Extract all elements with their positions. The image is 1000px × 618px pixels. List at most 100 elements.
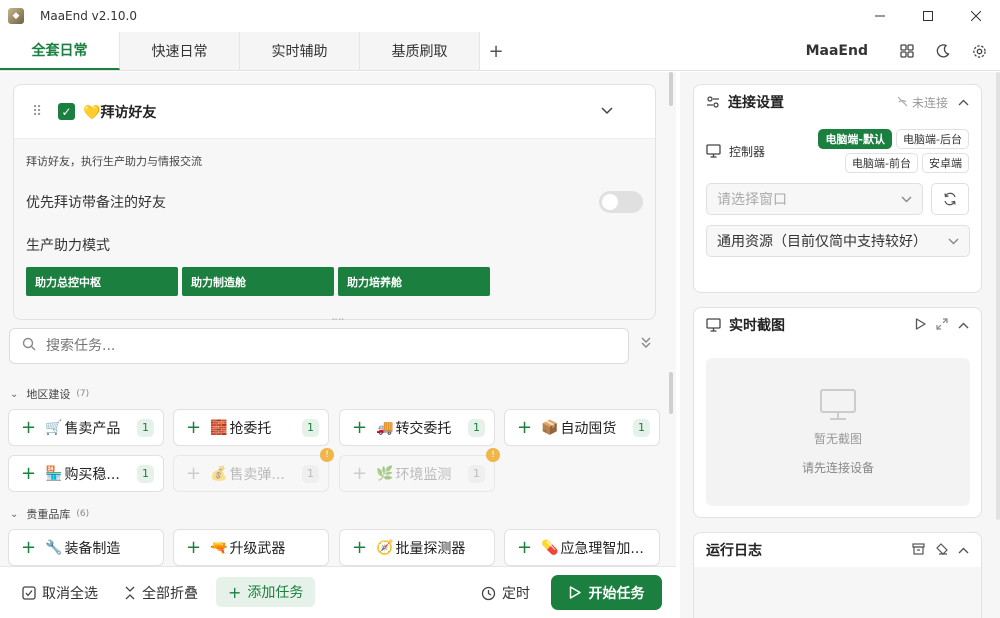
refresh-button[interactable] [931,183,969,215]
collapse-groups-icon[interactable] [640,336,652,351]
drag-handle-icon[interactable]: ⠿ [32,104,44,120]
log-panel: 运行日志 [693,532,982,618]
controller-chip-pc-default[interactable]: 电脑端-默认 [818,129,893,149]
collapse-all-button[interactable]: 全部折叠 [124,583,198,603]
task-item[interactable]: + 🛒 售卖产品 1 [8,409,164,446]
chevron-up-icon[interactable] [958,318,969,332]
group-count: (7) [76,389,90,399]
maximize-icon[interactable] [904,0,952,32]
task-card-header[interactable]: ⠿ ✓ 💛拜访好友 [14,85,655,139]
close-icon[interactable] [952,0,1000,32]
screenshot-title: 实时截图 [729,318,785,334]
start-task-button[interactable]: 开始任务 [551,575,662,610]
controller-chip-android[interactable]: 安卓端 [922,153,969,173]
deselect-all-button[interactable]: 取消全选 [22,583,98,603]
warning-icon[interactable]: ! [486,448,500,462]
group-header-valuables[interactable]: ⌄ 贵重品库 (6) [10,506,89,522]
controller-chip-pc-background[interactable]: 电脑端-后台 [896,129,969,149]
refresh-icon [944,192,956,206]
resource-select[interactable]: 通用资源（目前仅简中支持较好） [706,225,970,257]
tab-full-daily[interactable]: 全套日常 [0,32,120,70]
timer-button[interactable]: 定时 [481,583,530,603]
plus-icon[interactable]: + [517,537,532,558]
chevron-up-icon[interactable] [958,95,969,109]
chevron-down-icon[interactable] [601,104,613,119]
tab-quick-daily[interactable]: 快速日常 [120,32,240,70]
monitor-icon [706,144,721,158]
card-scrollbar[interactable] [669,72,673,106]
minimize-icon[interactable] [856,0,904,32]
task-item[interactable]: + 💊 应急理智加... [504,529,660,566]
tab-matrix-farm[interactable]: 基质刷取 [360,32,480,70]
controller-chips: 电脑端-默认 电脑端-后台 电脑端-前台 安卓端 [801,129,969,173]
deselect-all-label: 取消全选 [42,586,98,602]
screenshot-placeholder: 暂无截图 请先连接设备 [706,358,970,506]
play-icon[interactable] [915,317,926,333]
plus-icon[interactable]: + [21,463,36,484]
chevron-down-icon: ⌄ [10,508,19,520]
search-box [9,328,629,364]
expand-icon[interactable] [936,317,948,333]
gun-icon: 🔫 [210,539,228,556]
connection-status-text: 未连接 [911,95,948,110]
warning-icon[interactable]: ! [320,448,334,462]
chevron-down-icon: ⌄ [10,388,19,400]
connection-panel-header[interactable]: 连接设置 未连接 [694,85,981,119]
group-header-region-build[interactable]: ⌄ 地区建设 (7) [10,386,89,402]
add-task-button[interactable]: + 添加任务 [216,577,316,607]
pill-icon: 💊 [541,539,559,556]
eraser-icon[interactable] [935,542,948,558]
task-item[interactable]: + 🚚 转交委托 1 [339,409,495,446]
connection-header-right: 未连接 [897,94,969,111]
plus-icon[interactable]: + [21,417,36,438]
task-item-disabled[interactable]: + 🌿 环境监测 1 ! [339,448,500,492]
plus-icon[interactable]: + [352,417,367,438]
moon-icon[interactable] [932,40,954,62]
mode-button-cultivation[interactable]: 助力培养舱 [338,267,490,296]
log-panel-header[interactable]: 运行日志 [694,533,981,567]
screenshot-header-right [915,317,969,333]
start-task-label: 开始任务 [588,585,645,602]
task-checkbox[interactable]: ✓ [58,103,75,120]
task-item[interactable]: + 🏪 购买稳... 1 [8,455,164,492]
archive-icon[interactable] [912,542,925,558]
resource-select-row: 通用资源（目前仅简中支持较好） [694,225,981,257]
task-item[interactable]: + 🔫 升级武器 [173,529,329,566]
window-select[interactable]: 请选择窗口 [706,183,924,215]
tab-realtime-assist[interactable]: 实时辅助 [240,32,360,70]
disconnected-icon [897,96,908,106]
mode-button-control-hub[interactable]: 助力总控中枢 [26,267,178,296]
task-name: 批量探测器 [395,540,466,557]
task-item[interactable]: + 🧱 抢委托 1 [173,409,329,446]
task-name: 升级武器 [229,540,286,557]
shop-icon: 🏪 [45,465,63,482]
controller-chip-pc-foreground[interactable]: 电脑端-前台 [845,153,918,173]
chevron-up-icon[interactable] [958,543,969,557]
task-item[interactable]: + 🧭 批量探测器 [339,529,495,566]
plus-icon[interactable]: + [186,417,201,438]
gear-icon[interactable] [968,40,990,62]
task-card-title: 💛拜访好友 [83,102,156,122]
mode-label: 生产助力模式 [26,238,110,254]
timer-label: 定时 [502,586,530,602]
task-name: 售卖产品 [64,420,121,437]
option-toggle[interactable] [599,191,643,213]
mode-button-manufacture[interactable]: 助力制造舱 [182,267,334,296]
compass-icon: 🧭 [376,539,394,556]
side-pane-scrollbar[interactable] [996,72,1000,520]
task-name: 抢委托 [229,420,272,437]
plus-icon[interactable]: + [186,537,201,558]
plus-icon[interactable]: + [352,537,367,558]
search-input[interactable] [46,338,586,354]
task-item[interactable]: + 📦 自动囤货 1 [504,409,660,446]
task-item-disabled[interactable]: + 💰 售卖弹... 1 ! [173,448,334,492]
task-item[interactable]: + 🔧 装备制造 [8,529,164,566]
pane-splitter[interactable]: ⠒⠒ [0,317,676,326]
task-list-scrollbar[interactable] [669,372,673,414]
screenshot-panel-header[interactable]: 实时截图 [694,308,981,342]
grid-icon[interactable] [896,40,918,62]
plus-icon[interactable]: + [21,537,36,558]
add-tab-plus-icon[interactable]: + [480,32,512,70]
connection-title: 连接设置 [728,95,784,111]
plus-icon[interactable]: + [517,417,532,438]
